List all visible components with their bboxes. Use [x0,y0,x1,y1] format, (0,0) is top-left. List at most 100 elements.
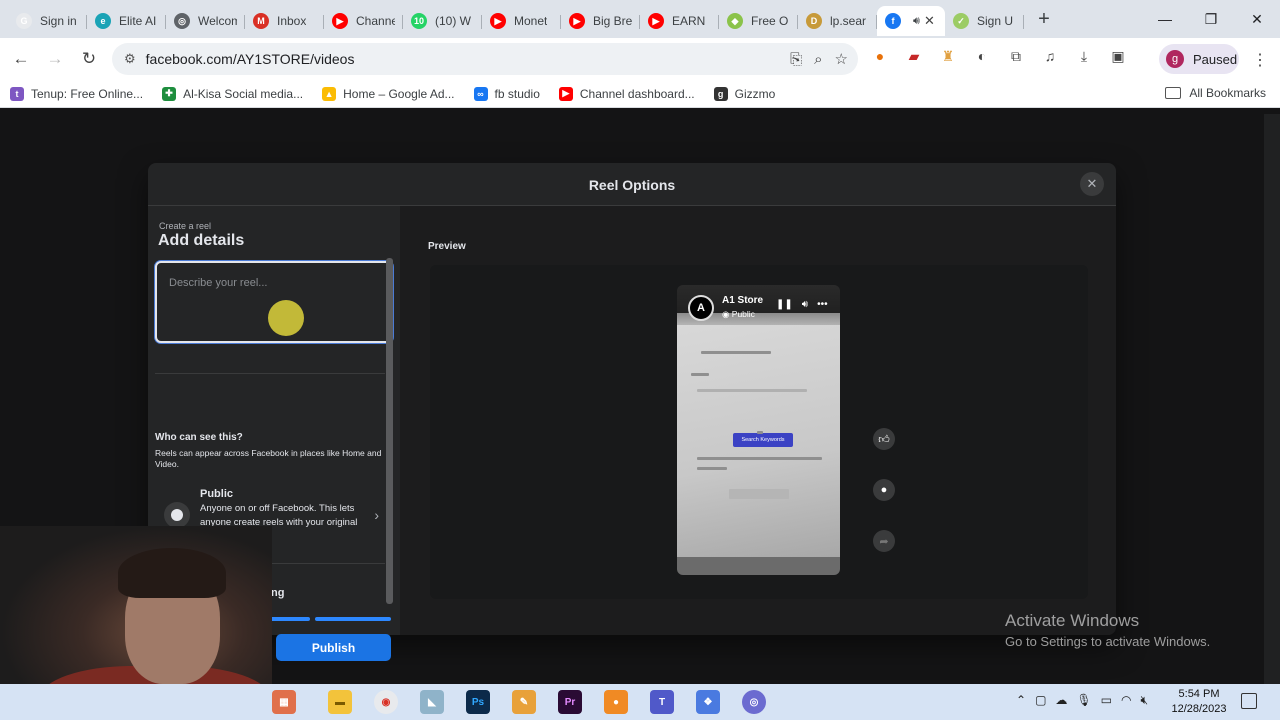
browser-tab[interactable]: ▶ EARN [640,6,719,36]
extension-icon-2[interactable]: ▰ [904,46,924,66]
tab-title: Inbox [277,14,307,28]
browser-tab[interactable]: ▶ Monet [482,6,561,36]
all-bookmarks-button[interactable]: All Bookmarks [1165,86,1266,100]
close-tab-icon[interactable]: ✕ [924,13,935,29]
reload-button[interactable]: ↻ [72,42,106,76]
clock-time: 5:54 PM [1178,688,1220,700]
bookmark-item[interactable]: ▲ Home – Google Ad... [322,86,455,101]
recorder-icon[interactable]: ● [604,690,628,714]
bookmark-favicon-icon: ▶ [558,86,573,101]
like-icon[interactable]: 👍︎ [873,428,895,450]
calendar-app-icon[interactable]: ▦ [272,690,296,714]
browser-tab[interactable]: ✓ Sign U [945,6,1024,36]
clock-date: 12/28/2023 [1171,703,1227,715]
browser-tab[interactable]: M Inbox [245,6,324,36]
close-dialog-button[interactable]: ✕ [1080,172,1104,196]
install-app-icon[interactable]: ⎘ [790,51,802,68]
minimize-button[interactable]: — [1142,0,1188,38]
back-button[interactable]: ← [4,42,38,76]
browser-tab[interactable]: ▶ Big Bre [561,6,640,36]
url-text[interactable]: facebook.com/AY1STORE/videos [146,51,355,67]
forward-button[interactable]: → [38,42,72,76]
side-panel-icon[interactable]: ▣ [1108,46,1128,66]
bookmark-item[interactable]: g Gizzmo [713,86,776,101]
bookmarks-list: t Tenup: Free Online... ✚ Al-Kisa Social me… [10,86,794,101]
chrome-menu-icon[interactable]: ⋮ [1252,50,1268,70]
tab-favicon-icon: ▶ [648,13,664,29]
browser-tab[interactable]: ▶ Channel [324,6,403,36]
browser-tab[interactable]: ◎ Welcome [166,6,245,36]
tab-title: EARN [672,14,706,28]
app-icon[interactable]: ◎ [742,690,766,714]
browser-tab[interactable]: G Sign in [8,6,87,36]
teams-icon[interactable]: T [650,690,674,714]
browser-tab[interactable]: 10 (10) W [403,6,482,36]
extension-icon-1[interactable]: ● [870,46,890,66]
extensions-area: ● ▰ ♜ ◐ ⧉ ♫ ⤓ ▣ [870,46,1128,66]
audio-playing-icon[interactable]: 🔊︎ [913,15,920,28]
profile-button[interactable]: g Paused [1159,44,1239,74]
reel-preview[interactable]: Search Keywords A A1 Store ◉ Public ❚❚ 🔊… [677,285,840,575]
bookmark-item[interactable]: ∞ fb studio [473,86,540,101]
volume-icon[interactable]: 🔊︎ [802,299,808,310]
cursor-highlight [268,300,304,336]
bookmark-item[interactable]: ▶ Channel dashboard... [558,86,695,101]
page-scrollbar[interactable] [1264,114,1280,684]
tab-title: Monet [514,14,548,28]
tab-favicon-icon: D [806,13,822,29]
downloads-icon[interactable]: ⤓ [1074,46,1094,66]
chrome-app-icon[interactable]: ◉ [374,690,398,714]
app-icon[interactable]: ❖ [696,690,720,714]
bookmark-favicon-icon: ✚ [162,86,177,101]
address-bar[interactable]: ⚙ facebook.com/AY1STORE/videos ⎘ ⌕ ☆ [112,43,858,75]
volume-muted-icon[interactable]: 🔇︎ [1140,693,1148,708]
restore-button[interactable]: ❐ [1188,0,1234,38]
bookmark-label: Al-Kisa Social media... [183,86,304,101]
zoom-icon[interactable]: ⌕ [814,51,822,68]
extensions-puzzle-icon[interactable]: ⧉ [1006,46,1026,66]
tray-app-icon[interactable]: ▢ [1035,693,1046,708]
tab-favicon-icon: ◆ [727,13,743,29]
battery-icon[interactable]: ▭ [1101,693,1112,708]
all-bookmarks-label: All Bookmarks [1189,86,1266,100]
browser-tab[interactable]: e Elite AI [87,6,166,36]
site-info-icon[interactable]: ⚙ [124,51,136,67]
comment-icon[interactable]: ● [873,479,895,501]
file-explorer-icon[interactable]: ▬ [328,690,352,714]
browser-tab[interactable]: Dlp.sear [798,6,877,36]
more-options-icon[interactable]: ••• [817,299,828,310]
new-tab-button[interactable]: + [1030,5,1058,33]
premiere-icon[interactable]: Pr [558,690,582,714]
photoshop-icon[interactable]: Ps [466,690,490,714]
wifi-icon[interactable]: ◠ [1121,693,1131,708]
details-scrollbar[interactable] [386,258,393,604]
add-details-heading: Add details [158,232,245,249]
profile-status: Paused [1193,51,1238,67]
share-icon[interactable]: ➦ [873,530,895,552]
notifications-icon[interactable] [1241,693,1257,709]
bookmark-label: Gizzmo [734,86,776,101]
tray-app-icon[interactable]: ☁ [1055,693,1067,708]
app-icon[interactable]: ✎ [512,690,536,714]
bookmark-star-icon[interactable]: ☆ [835,50,848,68]
bookmarks-bar: t Tenup: Free Online... ✚ Al-Kisa Social me… [0,80,1280,108]
folder-icon [1165,87,1182,99]
reel-bottom-strip [677,557,840,575]
chevron-up-icon[interactable]: ⌃ [1016,693,1026,708]
app-icon[interactable]: ◣ [420,690,444,714]
tab-strip: G Sign in e Elite AI ◎ Welcome M Inbox ▶ Channel 1… [0,0,1280,38]
profile-avatar: g [1166,50,1184,68]
browser-tab[interactable]: ◆ Free O [719,6,798,36]
microphone-icon[interactable]: 🎙︎ [1076,693,1091,708]
extension-icon-3[interactable]: ♜ [938,46,958,66]
active-browser-tab[interactable]: f 🔊︎ ✕ [877,6,945,36]
bookmark-item[interactable]: ✚ Al-Kisa Social media... [162,86,304,101]
extension-icon-4[interactable]: ◐ [972,46,992,66]
close-window-button[interactable]: ✕ [1234,0,1280,38]
bookmark-item[interactable]: t Tenup: Free Online... [10,86,143,101]
system-clock[interactable]: 5:54 PM 12/28/2023 [1170,687,1228,717]
divider [155,373,385,374]
pause-icon[interactable]: ❚❚ [776,299,793,310]
media-control-icon[interactable]: ♫ [1040,46,1060,66]
publish-button[interactable]: Publish [276,634,391,661]
